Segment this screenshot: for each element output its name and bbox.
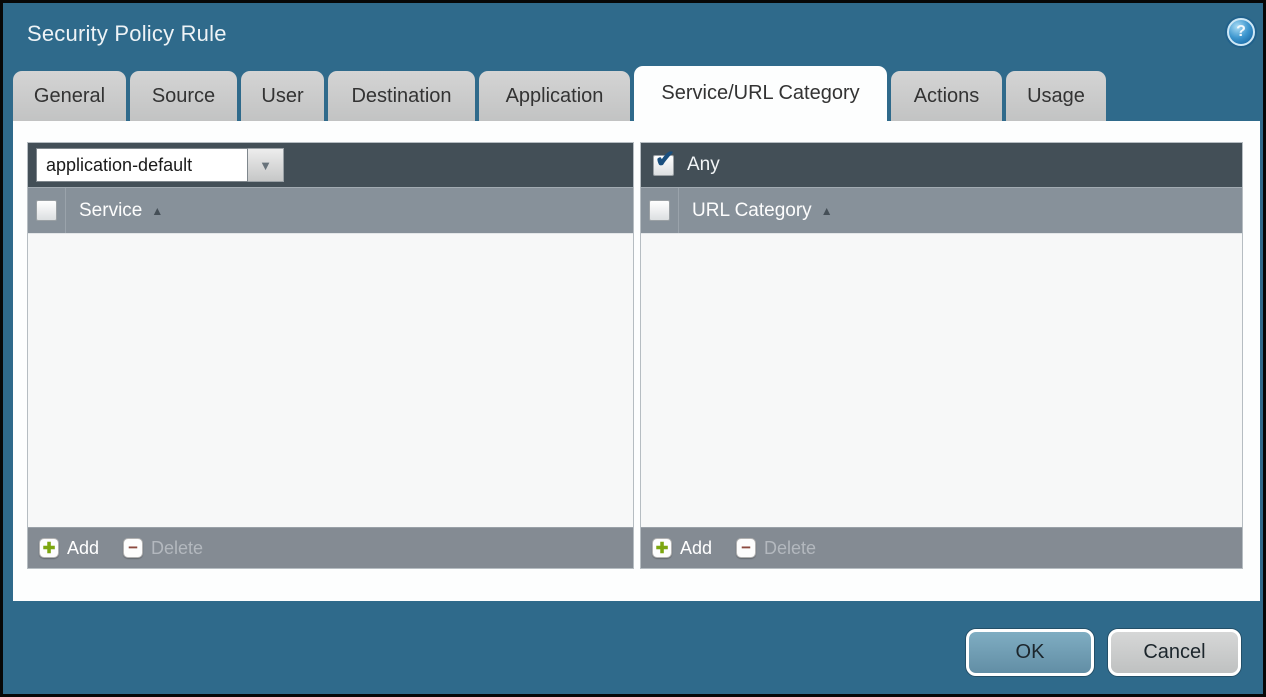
service-toolbar: application-default ▼: [28, 143, 633, 187]
tab-user[interactable]: User: [241, 71, 324, 121]
service-column-header[interactable]: Service: [79, 200, 142, 222]
checkbox-unchecked-icon: [649, 200, 670, 221]
tab-bar: General Source User Destination Applicat…: [13, 66, 1106, 121]
sort-asc-icon: ▲: [151, 204, 163, 218]
url-category-panel: ✔ Any URL Category ▲ ✚ Add: [640, 142, 1243, 569]
dropdown-arrow-icon: ▼: [259, 159, 272, 172]
cancel-button[interactable]: Cancel: [1108, 629, 1241, 676]
plus-glyph: ✚: [43, 541, 56, 556]
url-category-select-all[interactable]: [641, 188, 679, 233]
delete-button-label: Delete: [151, 538, 203, 559]
delete-icon: −: [736, 538, 756, 558]
url-category-toolbar: ✔ Any: [641, 143, 1242, 187]
tab-usage[interactable]: Usage: [1006, 71, 1106, 121]
any-checkbox-row: ✔ Any: [649, 154, 720, 176]
service-delete-button[interactable]: − Delete: [123, 538, 203, 559]
add-button-label: Add: [680, 538, 712, 559]
service-type-combobox: application-default ▼: [36, 148, 284, 182]
add-icon: ✚: [652, 538, 672, 558]
url-category-grid-footer: ✚ Add − Delete: [641, 527, 1242, 568]
service-list: [28, 233, 633, 527]
tab-general[interactable]: General: [13, 71, 126, 121]
add-icon: ✚: [39, 538, 59, 558]
service-select-all[interactable]: [28, 188, 66, 233]
ok-button[interactable]: OK: [966, 629, 1094, 676]
help-glyph: ?: [1236, 24, 1246, 40]
service-type-value[interactable]: application-default: [36, 148, 248, 182]
delete-icon: −: [123, 538, 143, 558]
add-button-label: Add: [67, 538, 99, 559]
any-checkbox-label[interactable]: Any: [687, 154, 720, 176]
service-grid-footer: ✚ Add − Delete: [28, 527, 633, 568]
any-checkbox[interactable]: ✔: [653, 155, 674, 176]
service-add-button[interactable]: ✚ Add: [39, 538, 99, 559]
tab-service-url-category[interactable]: Service/URL Category: [634, 66, 887, 121]
help-icon[interactable]: ?: [1227, 18, 1255, 46]
delete-button-label: Delete: [764, 538, 816, 559]
security-policy-rule-dialog: Security Policy Rule ? General Source Us…: [0, 0, 1266, 697]
tab-application[interactable]: Application: [479, 71, 630, 121]
tab-source[interactable]: Source: [130, 71, 237, 121]
url-category-grid-header: URL Category ▲: [641, 187, 1242, 233]
sort-asc-icon: ▲: [821, 204, 833, 218]
url-category-delete-button[interactable]: − Delete: [736, 538, 816, 559]
plus-glyph: ✚: [656, 541, 669, 556]
service-type-dropdown-button[interactable]: ▼: [248, 148, 284, 182]
tab-destination[interactable]: Destination: [328, 71, 475, 121]
minus-glyph: −: [741, 539, 751, 556]
checkbox-unchecked-icon: [36, 200, 57, 221]
dialog-title: Security Policy Rule: [27, 21, 227, 47]
url-category-column-header[interactable]: URL Category: [692, 200, 812, 222]
url-category-list: [641, 233, 1242, 527]
tab-actions[interactable]: Actions: [891, 71, 1002, 121]
minus-glyph: −: [128, 539, 138, 556]
service-panel: application-default ▼ Service ▲ ✚: [27, 142, 634, 569]
service-grid-header: Service ▲: [28, 187, 633, 233]
url-category-add-button[interactable]: ✚ Add: [652, 538, 712, 559]
checkmark-icon: ✔: [655, 148, 675, 172]
tab-content: application-default ▼ Service ▲ ✚: [13, 121, 1260, 601]
